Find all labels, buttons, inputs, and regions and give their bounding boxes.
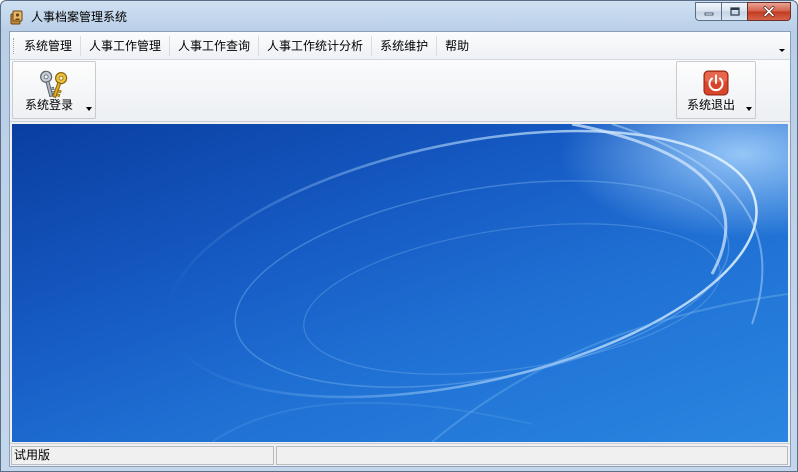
minimize-icon (704, 12, 713, 15)
menu-hr-work-query[interactable]: 人事工作查询 (170, 36, 260, 56)
caption-buttons (695, 2, 791, 22)
keys-icon (40, 70, 68, 99)
maximize-button[interactable] (721, 2, 747, 21)
desktop-swirl (166, 124, 788, 442)
close-button[interactable] (747, 2, 791, 21)
status-bar: 试用版 (10, 443, 790, 466)
exit-label: 系统退出 (686, 98, 735, 112)
menu-system-maintenance[interactable]: 系统维护 (372, 36, 438, 56)
power-icon (703, 70, 729, 96)
status-pane-info (276, 446, 788, 465)
menu-grip[interactable] (13, 38, 15, 54)
toolbar: 系统登录 系统退出 (10, 60, 790, 122)
app-window: 人事档案管理系统 系统管理 人事工作管理 人事工作查询 人事工作统计分析 系统维… (0, 0, 798, 472)
menu-items: 系统管理 人事工作管理 人事工作查询 人事工作统计分析 系统维护 帮助 (16, 36, 477, 56)
menu-hr-statistics-analysis[interactable]: 人事工作统计分析 (259, 36, 373, 56)
menu-bar: 系统管理 人事工作管理 人事工作查询 人事工作统计分析 系统维护 帮助 (10, 32, 790, 60)
title-bar[interactable]: 人事档案管理系统 (1, 1, 797, 31)
exit-dropdown-icon[interactable] (746, 107, 752, 111)
window-title: 人事档案管理系统 (31, 10, 128, 24)
menu-help[interactable]: 帮助 (437, 36, 477, 56)
menu-overflow-icon[interactable] (778, 44, 786, 54)
close-icon (763, 6, 775, 17)
maximize-icon (729, 7, 740, 16)
login-label: 系统登录 (24, 98, 73, 112)
exit-button[interactable]: 系统退出 (676, 61, 756, 119)
minimize-button[interactable] (695, 2, 721, 21)
status-pane-edition: 试用版 (11, 446, 274, 465)
desktop-background (12, 124, 788, 442)
login-button[interactable]: 系统登录 (12, 61, 96, 119)
menu-system-management[interactable]: 系统管理 (16, 36, 82, 56)
menu-hr-work-management[interactable]: 人事工作管理 (81, 36, 171, 56)
login-dropdown-icon[interactable] (86, 107, 92, 111)
client-area: 系统管理 人事工作管理 人事工作查询 人事工作统计分析 系统维护 帮助 系统登录… (9, 31, 791, 467)
app-icon (10, 10, 23, 25)
